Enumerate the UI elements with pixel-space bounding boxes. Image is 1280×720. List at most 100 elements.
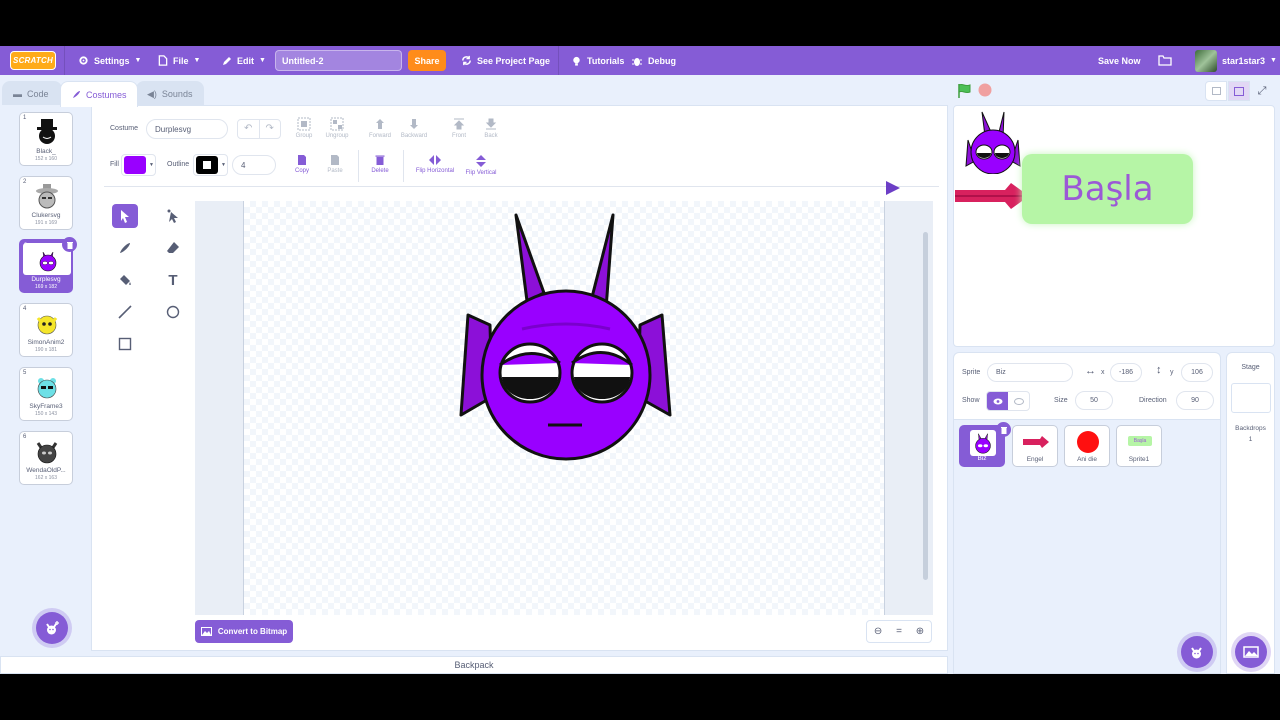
large-stage-icon[interactable]: [1228, 81, 1250, 101]
green-flag-button[interactable]: [956, 83, 972, 102]
tab-costumes[interactable]: Costumes: [60, 81, 138, 107]
stage[interactable]: Başla: [953, 105, 1275, 347]
back-icon: [485, 118, 497, 130]
chevron-down-icon: ▼: [149, 162, 154, 168]
delete-sprite-button[interactable]: [996, 422, 1011, 437]
tab-code[interactable]: ▬ Code: [2, 81, 62, 106]
direction-label: Direction: [1139, 397, 1167, 404]
costume-item[interactable]: 5 SkyFrame3 150 x 143: [19, 367, 73, 421]
account-menu[interactable]: star1star3 ▼: [1195, 46, 1277, 75]
costume-item-selected[interactable]: 3 Durplesvg 169 x 182: [19, 237, 77, 293]
outline-color-picker[interactable]: ▼: [193, 154, 228, 176]
edit-menu[interactable]: Edit ▼: [222, 46, 266, 75]
save-now-button[interactable]: Save Now: [1098, 46, 1141, 75]
backdrop-icon: [1243, 646, 1259, 658]
cat-icon: [1191, 647, 1202, 659]
file-menu[interactable]: File ▼: [158, 46, 200, 75]
front-icon: [453, 118, 465, 130]
choose-sprite-button[interactable]: [1181, 636, 1213, 668]
debug-button[interactable]: Debug: [631, 46, 676, 75]
reshape-icon: [167, 209, 178, 223]
costume-item[interactable]: 2 Clukersvg 191 x 169: [19, 176, 73, 230]
flip-vertical-label: Flip Vertical: [465, 170, 497, 176]
line-tool[interactable]: [112, 300, 138, 324]
see-project-page-button[interactable]: See Project Page: [461, 46, 550, 75]
undo-icon[interactable]: ↶: [238, 120, 260, 138]
x-position-input[interactable]: -186: [1110, 363, 1142, 382]
brush-tool[interactable]: [112, 236, 138, 260]
share-button[interactable]: Share: [408, 50, 446, 71]
circle-tool[interactable]: [160, 300, 186, 324]
ungroup-button[interactable]: Ungroup: [317, 117, 357, 139]
x-label: x: [1101, 369, 1105, 376]
fill-tool[interactable]: [112, 268, 138, 292]
costume-item[interactable]: 1 Black_ 152 x 160: [19, 112, 73, 166]
tab-sounds[interactable]: ◀) Sounds: [136, 81, 204, 106]
zoom-reset-icon[interactable]: =: [896, 626, 902, 637]
direction-input[interactable]: 90: [1176, 391, 1214, 410]
costume-name: Black_: [36, 148, 56, 155]
costume-size: 190 x 181: [35, 347, 57, 353]
costume-item[interactable]: 4 SimonAnim2 190 x 181: [19, 303, 73, 357]
sprite-thumbnail: Başla: [1128, 436, 1152, 446]
eye-open-icon[interactable]: [987, 392, 1008, 410]
fullscreen-icon[interactable]: ⤢: [1251, 81, 1273, 101]
select-tool[interactable]: [112, 204, 138, 228]
redo-icon[interactable]: ↷: [260, 120, 281, 138]
eraser-tool[interactable]: [160, 236, 186, 260]
delete-button[interactable]: Delete: [360, 154, 400, 174]
choose-costume-button[interactable]: [36, 612, 68, 644]
reshape-tool[interactable]: [160, 204, 186, 228]
stop-button[interactable]: [978, 83, 992, 100]
costume-size: 169 x 182: [35, 284, 57, 290]
lightbulb-icon: [573, 56, 580, 66]
choose-backdrop-button[interactable]: [1235, 636, 1267, 668]
small-stage-icon[interactable]: [1205, 81, 1227, 101]
sprite-item-sprite1[interactable]: Başla Sprite1: [1116, 425, 1162, 467]
project-title-input[interactable]: Untitled-2: [275, 50, 402, 71]
costume-size: 150 x 143: [35, 411, 57, 417]
flip-horizontal-icon: [429, 155, 441, 165]
size-input[interactable]: 50: [1075, 391, 1113, 410]
sprite-item-biz[interactable]: Biz: [959, 422, 1011, 467]
convert-to-bitmap-button[interactable]: Convert to Bitmap: [195, 620, 293, 643]
y-position-input[interactable]: 106: [1181, 363, 1213, 382]
delete-costume-button[interactable]: [62, 237, 77, 252]
costume-item[interactable]: 6 WendaOldP... 162 x 163: [19, 431, 73, 485]
costume-number: 1: [23, 115, 27, 121]
tab-costumes-label: Costumes: [86, 89, 127, 100]
canvas-scrollbar[interactable]: [923, 232, 928, 580]
paste-button[interactable]: Paste: [315, 154, 355, 174]
settings-menu[interactable]: Settings ▼: [78, 46, 141, 75]
scratch-logo[interactable]: SCRATCH: [10, 51, 56, 70]
costume-name: Durplesvg: [31, 276, 61, 283]
eye-closed-icon[interactable]: [1008, 392, 1029, 410]
costume-thumbnail: [36, 315, 58, 335]
rotation-handle-icon[interactable]: [884, 179, 902, 197]
sprite-item-ani-die[interactable]: Ani die: [1064, 425, 1110, 467]
outline-width-input[interactable]: 4: [232, 155, 276, 175]
pencil-icon: [223, 56, 231, 65]
zoom-in-icon[interactable]: ⊕: [916, 626, 924, 637]
toolbar-divider: [104, 186, 939, 187]
fill-color-picker[interactable]: ▼: [121, 154, 156, 176]
costume-name-input[interactable]: Durplesvg: [146, 119, 228, 139]
rectangle-tool[interactable]: [112, 332, 138, 356]
rectangle-icon: [118, 337, 132, 351]
flip-horizontal-button[interactable]: Flip Horizontal: [410, 154, 460, 174]
back-button[interactable]: Back: [471, 117, 511, 139]
sprite-name-input[interactable]: Biz: [987, 363, 1073, 382]
stage-selector[interactable]: Stage Backdrops 1: [1226, 352, 1275, 674]
tutorials-button[interactable]: Tutorials: [571, 46, 624, 75]
backward-button[interactable]: Backward: [394, 117, 434, 139]
start-button-sprite[interactable]: Başla: [1022, 154, 1193, 224]
zoom-out-icon[interactable]: ⊖: [874, 626, 882, 637]
my-stuff-folder-button[interactable]: [1158, 46, 1172, 75]
paint-canvas[interactable]: [243, 181, 900, 615]
backpack-bar[interactable]: Backpack: [0, 656, 948, 674]
toolbar-separator: [358, 150, 359, 182]
text-tool[interactable]: T: [160, 268, 186, 292]
flip-vertical-button[interactable]: Flip Vertical: [458, 154, 504, 176]
sprite-item-engel[interactable]: Engel: [1012, 425, 1058, 467]
trash-icon: [1000, 426, 1007, 434]
